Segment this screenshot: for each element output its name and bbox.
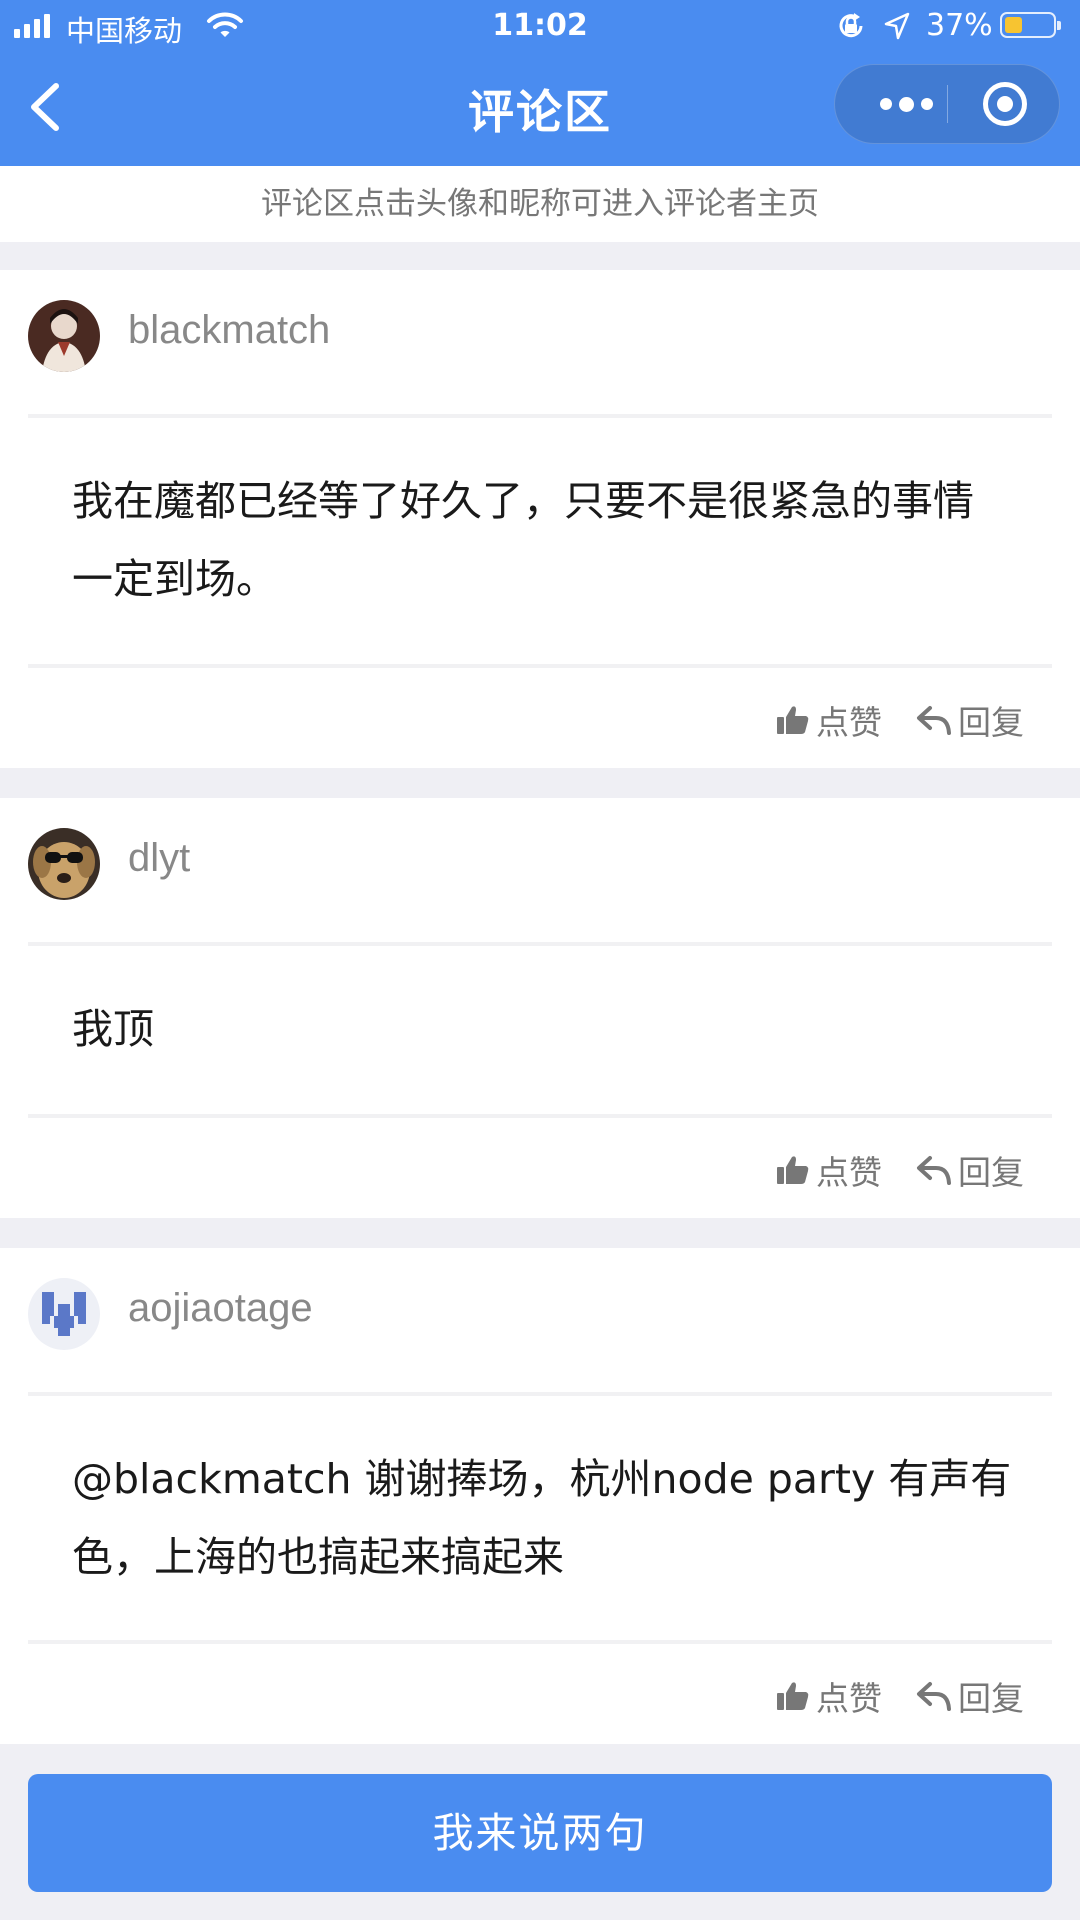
divider [28,942,1052,946]
comment-text: 我在魔都已经等了好久了，只要不是很紧急的事情一定到场。 [72,477,974,603]
tip-banner: 评论区点击头像和昵称可进入评论者主页 [0,166,1080,242]
comment-text: 我顶 [72,1005,154,1053]
reply-arrow-icon [917,706,951,735]
comment-card: dlyt 我顶 点赞 回复 [0,798,1080,1218]
comment-card: blackmatch 我在魔都已经等了好久了，只要不是很紧急的事情一定到场。 点… [0,270,1080,768]
like-button[interactable]: 点赞 [776,1672,882,1720]
thumbs-up-icon [777,1682,809,1710]
more-dots-icon[interactable] [865,65,947,143]
thumbs-up-icon [777,1156,809,1184]
reply-label: 回复 [958,703,1024,742]
like-label: 点赞 [816,703,882,742]
divider [28,1640,1052,1644]
reply-arrow-icon [917,1682,951,1711]
divider [28,1114,1052,1118]
reply-button[interactable]: 回复 [916,1146,1024,1194]
status-bar: 中国移动 11:02 37% [0,0,1080,54]
like-label: 点赞 [816,1153,882,1192]
location-arrow-icon [884,12,910,40]
like-button[interactable]: 点赞 [776,696,882,744]
avatar[interactable] [28,300,100,372]
reply-label: 回复 [958,1679,1024,1718]
reply-button[interactable]: 回复 [916,696,1024,744]
capsule-divider [947,85,948,123]
comment-actions: 点赞 回复 [742,692,1024,748]
comment-username[interactable]: dlyt [128,836,190,881]
divider [28,664,1052,668]
divider [28,414,1052,418]
mini-program-capsule [834,64,1060,144]
like-button[interactable]: 点赞 [776,1146,882,1194]
battery-percent: 37% [926,8,993,43]
avatar[interactable] [28,1278,100,1350]
avatar[interactable] [28,828,100,900]
comment-card: aojiaotage @blackmatch 谢谢捧场，杭州node party… [0,1248,1080,1744]
reply-button[interactable]: 回复 [916,1672,1024,1720]
divider [28,1392,1052,1396]
rotation-lock-icon [839,13,863,38]
like-label: 点赞 [816,1679,882,1718]
top-bar: 中国移动 11:02 37% 评论区 [0,0,1080,166]
thumbs-up-icon [777,706,809,734]
reply-arrow-icon [917,1156,951,1185]
battery-level [1005,17,1022,33]
comment-text: @blackmatch 谢谢捧场，杭州node party 有声有色，上海的也搞… [72,1455,1012,1581]
comment-actions: 点赞 回复 [742,1668,1024,1724]
target-close-icon[interactable] [983,82,1027,126]
write-comment-button[interactable]: 我来说两句 [28,1774,1052,1892]
reply-label: 回复 [958,1153,1024,1192]
comment-username[interactable]: blackmatch [128,308,330,353]
comment-username[interactable]: aojiaotage [128,1286,313,1331]
status-time: 11:02 [492,8,588,43]
battery-icon [1000,12,1061,38]
comment-actions: 点赞 回复 [742,1142,1024,1198]
